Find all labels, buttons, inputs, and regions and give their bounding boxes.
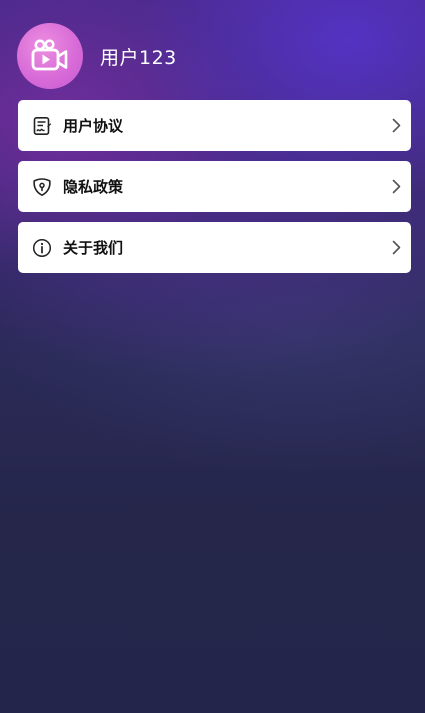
profile-header: 用户123 [17,23,177,89]
chevron-right-icon [390,179,402,195]
settings-menu: 用户协议 隐私政策 关于我们 [18,100,411,283]
menu-item-label: 隐私政策 [63,178,124,196]
chevron-right-icon [390,240,402,256]
menu-item-about-us[interactable]: 关于我们 [18,222,411,273]
username: 用户123 [100,46,177,69]
privacy-shield-icon [31,176,53,198]
menu-item-label: 关于我们 [63,239,124,257]
menu-item-label: 用户协议 [63,117,124,135]
info-icon [31,237,53,259]
menu-item-user-agreement[interactable]: 用户协议 [18,100,411,151]
video-camera-icon [31,39,68,71]
agreement-icon [31,115,53,137]
chevron-right-icon [390,118,402,134]
avatar[interactable] [17,23,83,89]
menu-item-privacy-policy[interactable]: 隐私政策 [18,161,411,212]
